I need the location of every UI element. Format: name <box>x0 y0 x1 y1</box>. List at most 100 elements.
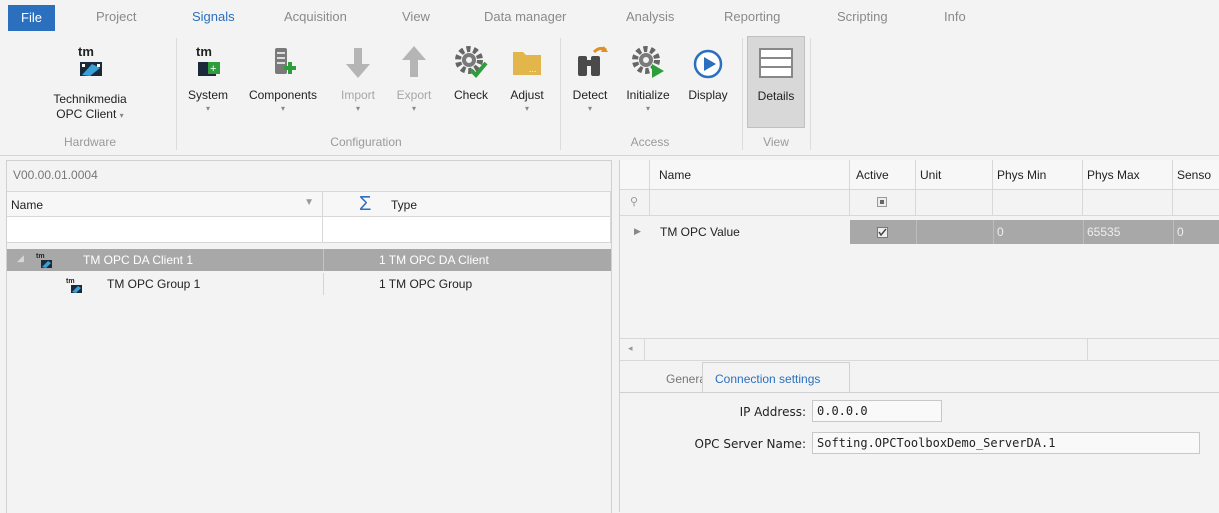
name-filter-cell[interactable] <box>650 190 850 216</box>
components-label: Components <box>248 88 318 102</box>
check-label: Check <box>453 88 488 102</box>
opc-server-name-field[interactable] <box>812 432 1200 454</box>
svg-text:+: + <box>210 63 216 75</box>
chevron-down-icon: ▾ <box>411 104 416 113</box>
detect-button[interactable]: Detect ▾ <box>564 34 616 134</box>
collapse-icon[interactable]: ◢ <box>17 253 24 264</box>
display-button[interactable]: Display <box>680 34 736 134</box>
menu-analysis[interactable]: Analysis <box>616 6 684 28</box>
phys-min-value: 0 <box>997 225 1004 239</box>
header-unit-label: Unit <box>920 168 942 182</box>
check-button[interactable]: Check <box>446 34 496 134</box>
detect-label: Detect <box>572 88 608 102</box>
sensor-value: 0 <box>1177 225 1184 239</box>
table-row[interactable]: ▶ TM OPC Value 0 65535 0 <box>620 220 1219 244</box>
column-header-name[interactable]: Name <box>650 160 850 190</box>
row-name: TM OPC Group 1 <box>107 277 201 291</box>
column-header-phys-min[interactable]: Phys Min <box>993 160 1083 190</box>
chevron-down-icon: ▾ <box>524 104 529 113</box>
menu-view[interactable]: View <box>392 6 440 28</box>
column-header-phys-max[interactable]: Phys Max <box>1083 160 1173 190</box>
chevron-down-icon: ▾ <box>205 104 210 113</box>
components-button[interactable]: Components ▾ <box>238 34 328 134</box>
type-filter-input[interactable] <box>323 217 611 243</box>
adjust-label: Adjust <box>510 88 544 102</box>
header-phys-max-label: Phys Max <box>1087 168 1140 182</box>
table-row[interactable]: tm TM OPC Group 1 1 TM OPC Group <box>7 273 611 295</box>
menu-file[interactable]: File <box>8 5 55 31</box>
sigma-icon[interactable]: Σ <box>359 193 371 216</box>
details-label: Details <box>757 89 795 103</box>
export-button[interactable]: Export ▾ <box>388 34 440 134</box>
filter-dropdown-icon[interactable]: ▼ <box>304 197 314 208</box>
menu-data-manager[interactable]: Data manager <box>474 6 576 28</box>
group-divider <box>176 38 177 150</box>
check-icon <box>878 228 887 237</box>
row-name: TM OPC DA Client 1 <box>83 253 194 267</box>
menu-reporting[interactable]: Reporting <box>714 6 790 28</box>
header-active-label: Active <box>856 168 889 182</box>
active-checkbox[interactable] <box>877 227 888 238</box>
column-header-unit[interactable]: Unit <box>916 160 993 190</box>
filter-pin-icon: ⚲ <box>630 196 639 208</box>
active-filter-cell[interactable] <box>850 190 916 216</box>
initialize-label: Initialize <box>626 88 670 102</box>
gear-check-icon <box>455 46 488 78</box>
tm-device-icon: tm <box>36 253 52 268</box>
checkbox-indeterminate-icon[interactable] <box>877 197 887 207</box>
system-button[interactable]: tm + System ▾ <box>180 34 236 134</box>
menu-project[interactable]: Project <box>86 6 146 28</box>
signal-name: TM OPC Value <box>660 225 740 239</box>
adjust-button[interactable]: ... Adjust ▾ <box>502 34 552 134</box>
import-button[interactable]: Import ▾ <box>332 34 384 134</box>
column-divider <box>323 249 324 271</box>
initialize-button[interactable]: Initialize ▾ <box>620 34 676 134</box>
export-label: Export <box>396 88 432 102</box>
column-header-sensor[interactable]: Senso <box>1173 160 1219 190</box>
ip-address-label: IP Address: <box>739 405 806 419</box>
tm-group-icon: tm <box>66 278 82 293</box>
menu-signals[interactable]: Signals <box>182 6 245 28</box>
menu-info[interactable]: Info <box>934 6 976 28</box>
hardware-tree-panel: V00.00.01.0004 Name ▼ Σ Type ◢ tm TM OPC… <box>6 160 612 513</box>
menu-bar: File Project Signals Acquisition View Da… <box>0 0 1219 34</box>
expand-row-icon[interactable]: ▶ <box>634 226 641 237</box>
column-header-active[interactable]: Active <box>850 160 916 190</box>
group-divider <box>810 38 811 150</box>
chevron-down-icon: ▾ <box>280 104 285 113</box>
group-access-label: Access <box>630 135 670 149</box>
version-label: V00.00.01.0004 <box>13 168 98 182</box>
menu-acquisition[interactable]: Acquisition <box>274 6 357 28</box>
tab-connection-settings[interactable]: Connection settings <box>702 362 850 393</box>
play-circle-icon <box>693 49 723 79</box>
tm-logo-icon: tm <box>78 44 102 76</box>
horizontal-scrollbar[interactable]: ◂ <box>620 338 1219 360</box>
sensor-filter-cell[interactable] <box>1173 190 1219 216</box>
export-arrow-up-icon <box>402 46 426 77</box>
svg-text:...: ... <box>529 64 537 74</box>
details-view-icon <box>759 48 793 78</box>
table-row[interactable]: ◢ tm TM OPC DA Client 1 1 TM OPC DA Clie… <box>7 249 611 271</box>
scrollbar-thumb[interactable] <box>644 339 1088 360</box>
phys-max-value: 65535 <box>1087 225 1121 239</box>
phys-min-filter-cell[interactable] <box>993 190 1083 216</box>
technikmedia-opc-client-button[interactable]: tm Technikmedia OPC Client ▾ <box>40 34 140 134</box>
name-filter-input[interactable] <box>7 217 323 243</box>
column-name-label: Name <box>11 198 44 212</box>
row-indicator-header <box>620 160 650 190</box>
ip-address-field[interactable] <box>812 400 942 422</box>
column-header-type[interactable]: Σ Type <box>323 191 611 217</box>
group-divider <box>742 38 743 150</box>
signal-grid: Name Active Unit Phys Min Phys Max Senso… <box>620 160 1219 361</box>
hardware-label-1: Technikmedia <box>53 92 127 106</box>
group-hardware-label: Hardware <box>63 135 117 149</box>
unit-filter-cell[interactable] <box>916 190 993 216</box>
menu-scripting[interactable]: Scripting <box>827 6 898 28</box>
phys-max-filter-cell[interactable] <box>1083 190 1173 216</box>
column-header-name[interactable]: Name ▼ <box>7 191 323 217</box>
column-divider <box>323 273 324 295</box>
svg-text:tm: tm <box>36 253 45 260</box>
folder-icon: ... <box>513 52 541 75</box>
details-button[interactable]: Details <box>747 36 805 128</box>
scroll-left-icon[interactable]: ◂ <box>628 343 633 354</box>
